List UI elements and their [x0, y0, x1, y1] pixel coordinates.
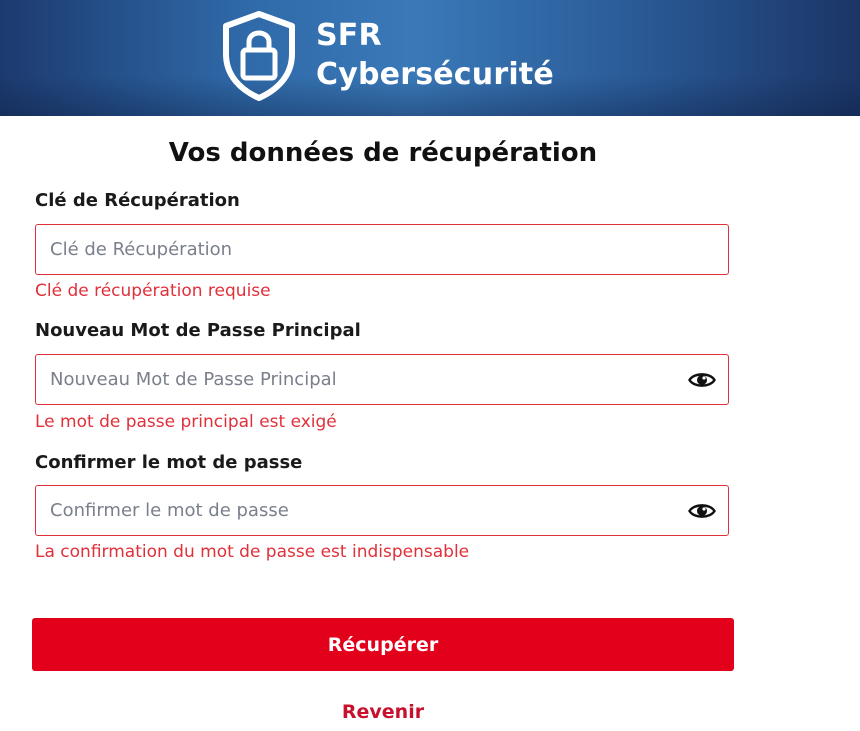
- page-title: Vos données de récupération: [168, 138, 598, 168]
- shield-lock-icon: [223, 11, 295, 101]
- confirm-password-input[interactable]: [36, 486, 728, 535]
- new-password-error: Le mot de passe principal est exigé: [35, 412, 337, 432]
- confirm-password-error: La confirmation du mot de passe est indi…: [35, 542, 470, 562]
- eye-icon[interactable]: [688, 368, 716, 392]
- recovery-key-error: Clé de récupération requise: [35, 281, 271, 301]
- brand-name: SFR Cybersécurité: [316, 16, 554, 94]
- brand-line-2: Cybersécurité: [316, 57, 554, 92]
- confirm-password-label: Confirmer le mot de passe: [35, 452, 303, 473]
- recovery-key-label: Clé de Récupération: [35, 190, 240, 211]
- app-header: SFR Cybersécurité: [0, 0, 860, 116]
- new-password-input[interactable]: [36, 355, 728, 404]
- eye-icon[interactable]: [688, 499, 716, 523]
- recover-button[interactable]: Récupérer: [32, 618, 734, 671]
- back-link[interactable]: Revenir: [0, 701, 766, 723]
- confirm-password-field[interactable]: [35, 485, 729, 536]
- new-password-label: Nouveau Mot de Passe Principal: [35, 320, 361, 341]
- recovery-key-field[interactable]: [35, 224, 729, 275]
- brand-line-1: SFR: [316, 18, 382, 53]
- recovery-key-input[interactable]: [36, 225, 728, 274]
- new-password-field[interactable]: [35, 354, 729, 405]
